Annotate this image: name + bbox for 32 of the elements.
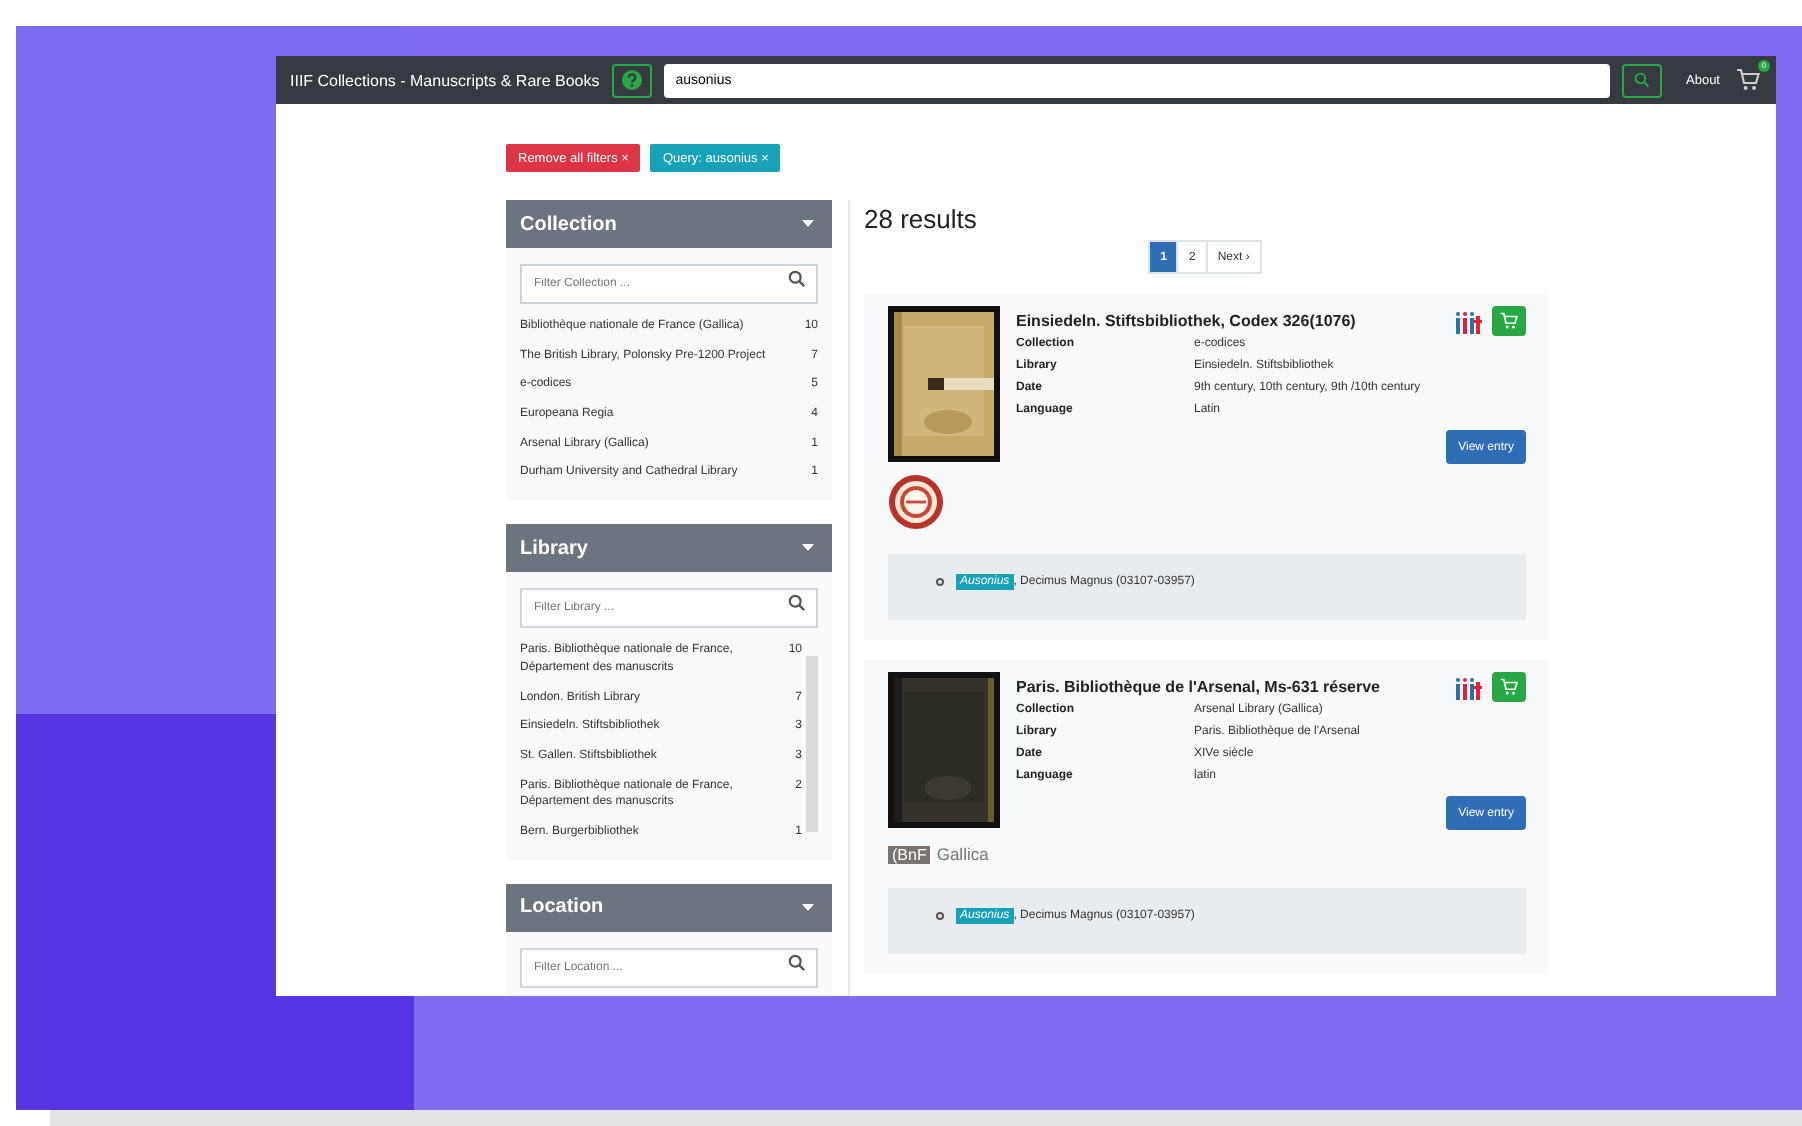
logo-name: Gallica xyxy=(936,844,989,864)
facet-title: Location xyxy=(520,896,604,919)
bullet-icon xyxy=(936,578,944,586)
add-to-cart-button[interactable] xyxy=(1492,672,1526,702)
search-icon xyxy=(788,594,806,613)
cart-icon xyxy=(1736,68,1760,92)
site-title: IIIF Collections - Manuscripts & Rare Books xyxy=(290,71,600,89)
search-icon xyxy=(788,270,806,288)
facet-title: Collection xyxy=(520,213,617,235)
help-icon xyxy=(621,70,642,90)
seal-icon xyxy=(888,474,944,530)
result-title[interactable]: Einsiedeln. Stiftsbibliothek, Codex 326(1076) xyxy=(1016,312,1356,330)
bullet-icon xyxy=(936,912,944,920)
results-heading: 28 results xyxy=(864,204,979,234)
search-icon xyxy=(788,953,806,972)
caret-icon xyxy=(802,544,814,553)
facet-header[interactable]: Library xyxy=(506,524,832,573)
result-title[interactable]: Paris. Bibliothèque de l'Arsenal, Ms-631 réserve xyxy=(1016,678,1380,696)
cart-plus-icon xyxy=(1500,678,1518,696)
caret-icon xyxy=(802,903,814,912)
help-button[interactable] xyxy=(611,63,652,97)
cart-plus-icon xyxy=(1500,312,1518,330)
caret-icon xyxy=(802,220,814,228)
facet-header[interactable]: Collection xyxy=(506,200,832,248)
logo-icon xyxy=(1456,309,1482,333)
logo-mark: (BnF xyxy=(888,845,931,863)
facet-header[interactable]: Location xyxy=(506,883,832,932)
logo-icon xyxy=(1456,675,1482,699)
add-to-cart-button[interactable] xyxy=(1492,306,1526,336)
facet-title: Library xyxy=(520,537,588,560)
search-button[interactable] xyxy=(1622,63,1662,97)
search-icon xyxy=(1634,72,1650,88)
